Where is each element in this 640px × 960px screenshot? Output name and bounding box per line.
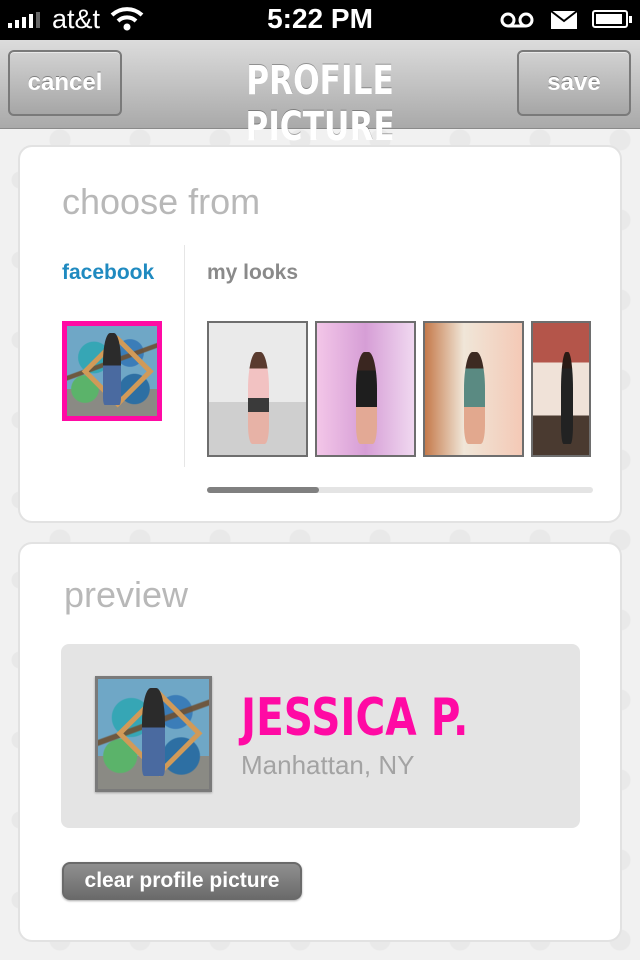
save-button[interactable]: save bbox=[517, 50, 631, 116]
status-bar: at&t 5:22 PM bbox=[0, 0, 640, 40]
look-thumbnail[interactable] bbox=[315, 321, 416, 457]
tab-divider bbox=[184, 245, 185, 467]
profile-preview: JESSICA P. Manhattan, NY bbox=[61, 644, 580, 828]
preview-heading: preview bbox=[64, 574, 189, 615]
battery-icon bbox=[592, 10, 632, 28]
carousel-scroll-thumb[interactable] bbox=[207, 487, 319, 493]
tab-my-looks[interactable]: my looks bbox=[207, 261, 298, 285]
profile-location: Manhattan, NY bbox=[241, 750, 415, 780]
look-thumbnail[interactable] bbox=[531, 321, 591, 457]
facebook-photo-selected[interactable] bbox=[62, 321, 162, 421]
my-looks-carousel[interactable] bbox=[207, 319, 591, 459]
tab-facebook[interactable]: facebook bbox=[62, 261, 154, 285]
avatar-image bbox=[98, 679, 209, 789]
facebook-photo-image bbox=[67, 326, 157, 416]
cancel-button[interactable]: cancel bbox=[8, 50, 122, 116]
avatar bbox=[95, 676, 212, 792]
navigation-bar: cancel PROFILE PICTURE save bbox=[0, 40, 640, 150]
choose-from-heading: choose from bbox=[62, 181, 261, 222]
choose-from-card: choose from facebook my looks bbox=[18, 145, 622, 523]
page-title: PROFILE PICTURE bbox=[245, 58, 395, 150]
look-thumbnail[interactable] bbox=[423, 321, 524, 457]
clear-profile-picture-button[interactable]: clear profile picture bbox=[62, 862, 302, 900]
voicemail-icon bbox=[500, 10, 534, 35]
preview-card: preview JESSICA P. Manhattan, NY clear p… bbox=[18, 542, 622, 942]
status-time: 5:22 PM bbox=[267, 3, 373, 34]
carousel-scrollbar[interactable] bbox=[207, 487, 593, 493]
mail-icon bbox=[550, 10, 578, 35]
profile-name: JESSICA P. bbox=[241, 688, 469, 748]
look-thumbnail[interactable] bbox=[207, 321, 308, 457]
